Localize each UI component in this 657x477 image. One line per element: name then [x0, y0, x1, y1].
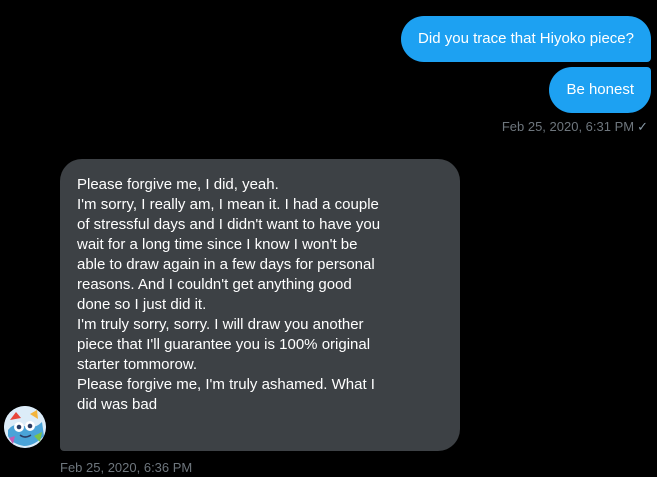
message-line: piece that I'll guarantee you is 100% or… [77, 336, 371, 353]
message-line: reasons. And I couldn't get anything goo… [77, 276, 352, 293]
message-line: wait for a long time since I know I won'… [77, 236, 358, 253]
message-line: starter tommorow. [77, 356, 198, 373]
message-line: done so I just did it. [77, 296, 207, 313]
message-text: Did you trace that Hiyoko piece? [418, 30, 634, 47]
message-line: of stressful days and I didn't want to h… [77, 216, 381, 233]
message-line: able to draw again in a few days for per… [77, 256, 375, 273]
received-message-meta: Feb 25, 2020, 6:36 PM [60, 460, 192, 476]
dm-conversation: Did you trace that Hiyoko piece? Be hone… [0, 0, 657, 477]
message-line: I'm truly sorry, sorry. I will draw you … [77, 316, 364, 333]
sent-message-bubble[interactable]: Be honest [549, 67, 651, 113]
message-text: Be honest [566, 81, 634, 98]
message-line: Please forgive me, I did, yeah. [77, 176, 279, 193]
avatar-image [4, 406, 46, 448]
message-timestamp: Feb 25, 2020, 6:36 PM [60, 460, 193, 475]
message-line: I'm sorry, I really am, I mean it. I had… [77, 196, 379, 213]
sent-message-bubble[interactable]: Did you trace that Hiyoko piece? [401, 16, 651, 62]
message-line: Please forgive me, I'm truly ashamed. Wh… [77, 376, 375, 393]
sent-message-meta: Feb 25, 2020, 6:31 PM ✓ [502, 119, 648, 135]
message-timestamp: Feb 25, 2020, 6:31 PM [501, 119, 635, 134]
message-line: did was bad [77, 396, 158, 413]
avatar[interactable] [4, 406, 46, 448]
check-icon: ✓ [637, 119, 648, 134]
received-message-bubble[interactable]: Please forgive me, I did, yeah. I'm sorr… [60, 159, 460, 451]
